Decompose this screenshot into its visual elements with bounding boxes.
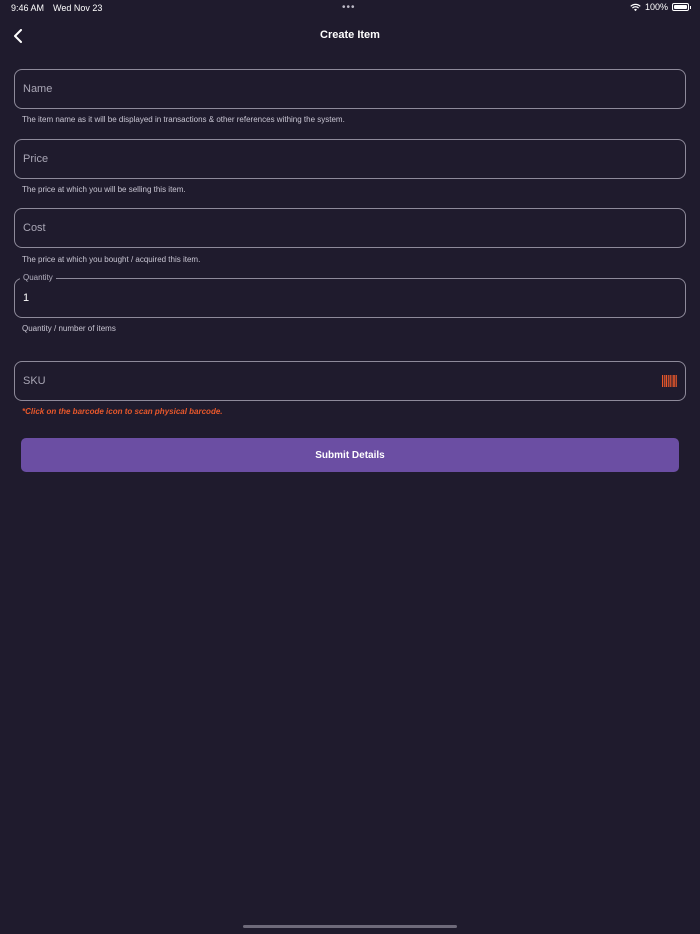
status-bar: 9:46 AM Wed Nov 23 ••• 100%: [0, 0, 700, 18]
quantity-helper-text: Quantity / number of items: [22, 324, 116, 333]
home-indicator[interactable]: [243, 925, 457, 928]
cost-field[interactable]: [14, 208, 686, 248]
status-indicators: 100%: [630, 2, 691, 12]
status-time: 9:46 AM: [11, 3, 45, 13]
barcode-icon[interactable]: [662, 375, 677, 387]
name-input[interactable]: [23, 70, 645, 108]
battery-icon: [672, 3, 691, 11]
page-title: Create Item: [320, 29, 380, 41]
price-input[interactable]: [23, 140, 645, 178]
sku-input[interactable]: [23, 362, 645, 400]
wifi-icon: [630, 3, 641, 11]
battery-percent: 100%: [644, 2, 668, 12]
price-helper-text: The price at which you will be selling t…: [22, 185, 186, 194]
name-helper-text: The item name as it will be displayed in…: [22, 115, 345, 124]
multitasking-dots[interactable]: •••: [342, 2, 356, 13]
submit-details-button[interactable]: Submit Details: [21, 438, 679, 472]
status-date: Wed Nov 23: [53, 3, 103, 13]
name-field[interactable]: [14, 69, 686, 109]
quantity-field[interactable]: Quantity: [14, 273, 686, 318]
sku-field[interactable]: [14, 361, 686, 401]
cost-input[interactable]: [23, 209, 645, 247]
navigation-bar: Create Item: [0, 22, 700, 50]
sku-scan-hint: *Click on the barcode icon to scan physi…: [22, 407, 223, 416]
cost-helper-text: The price at which you bought / acquired…: [22, 255, 201, 264]
quantity-input[interactable]: [23, 279, 645, 317]
price-field[interactable]: [14, 139, 686, 179]
